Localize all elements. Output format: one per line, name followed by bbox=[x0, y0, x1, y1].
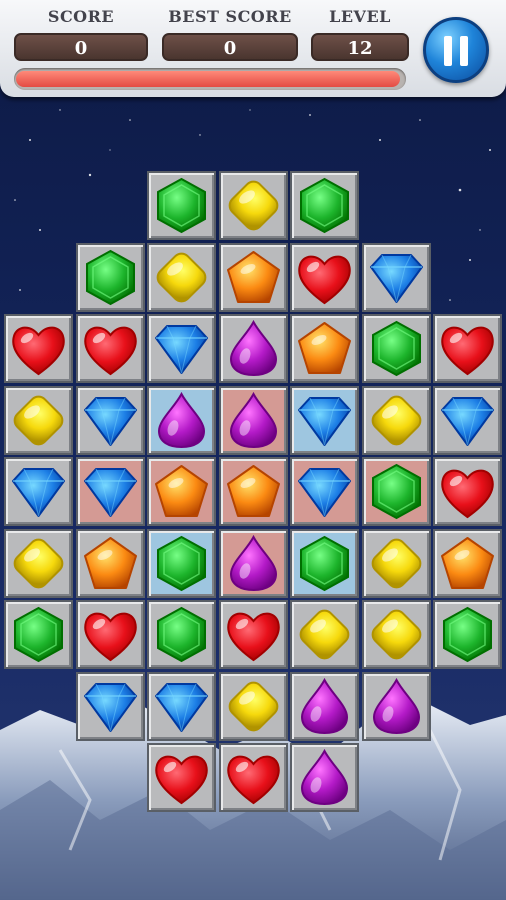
board-cell[interactable] bbox=[433, 457, 502, 526]
board-cell[interactable] bbox=[362, 529, 431, 598]
board-cell[interactable] bbox=[219, 386, 288, 455]
board-cell[interactable] bbox=[76, 672, 145, 741]
board-cell[interactable] bbox=[147, 529, 216, 598]
top-bar: SCORE BEST SCORE LEVEL 0 0 12 bbox=[0, 0, 506, 97]
pause-icon bbox=[444, 36, 452, 66]
board-cell[interactable] bbox=[433, 600, 502, 669]
level-progress-bar bbox=[14, 68, 406, 90]
board-cell[interactable] bbox=[219, 457, 288, 526]
board-cell[interactable] bbox=[76, 314, 145, 383]
board-cell[interactable] bbox=[433, 529, 502, 598]
board-cell[interactable] bbox=[219, 672, 288, 741]
board-cell[interactable] bbox=[147, 314, 216, 383]
board-cell[interactable] bbox=[290, 529, 359, 598]
board-cell[interactable] bbox=[219, 529, 288, 598]
board-cell[interactable] bbox=[219, 243, 288, 312]
board-cell[interactable] bbox=[290, 672, 359, 741]
board-cell[interactable] bbox=[290, 600, 359, 669]
board-cell[interactable] bbox=[290, 314, 359, 383]
board-cell[interactable] bbox=[147, 600, 216, 669]
board-cell[interactable] bbox=[4, 529, 73, 598]
board-cell[interactable] bbox=[362, 600, 431, 669]
board-cell[interactable] bbox=[4, 386, 73, 455]
board-cell[interactable] bbox=[76, 457, 145, 526]
board-cell[interactable] bbox=[362, 672, 431, 741]
board-cell[interactable] bbox=[219, 314, 288, 383]
board-cell[interactable] bbox=[433, 386, 502, 455]
board-cell[interactable] bbox=[147, 457, 216, 526]
level-progress-fill bbox=[16, 71, 400, 87]
board-cell[interactable] bbox=[219, 600, 288, 669]
board-cell[interactable] bbox=[147, 386, 216, 455]
board-cell[interactable] bbox=[290, 457, 359, 526]
board-cell[interactable] bbox=[362, 386, 431, 455]
board-cell[interactable] bbox=[290, 386, 359, 455]
board-cell[interactable] bbox=[290, 743, 359, 812]
board-cell[interactable] bbox=[76, 243, 145, 312]
level-label: LEVEL bbox=[329, 7, 391, 26]
board-cell[interactable] bbox=[147, 243, 216, 312]
level-value: 12 bbox=[311, 33, 409, 61]
board-cell[interactable] bbox=[219, 171, 288, 240]
board-cell[interactable] bbox=[76, 529, 145, 598]
pause-icon-bar bbox=[460, 36, 468, 66]
board-cell[interactable] bbox=[76, 600, 145, 669]
board-cell[interactable] bbox=[433, 314, 502, 383]
board-cell[interactable] bbox=[290, 243, 359, 312]
board-cell[interactable] bbox=[362, 314, 431, 383]
board-cell[interactable] bbox=[147, 743, 216, 812]
best-score-value: 0 bbox=[162, 33, 298, 61]
pause-button[interactable] bbox=[423, 17, 489, 83]
board-cell[interactable] bbox=[362, 457, 431, 526]
best-score-label: BEST SCORE bbox=[168, 7, 292, 26]
board-cell[interactable] bbox=[4, 600, 73, 669]
board-cell[interactable] bbox=[362, 243, 431, 312]
board-cell[interactable] bbox=[290, 171, 359, 240]
board-cell[interactable] bbox=[219, 743, 288, 812]
score-label: SCORE bbox=[47, 7, 115, 26]
score-value: 0 bbox=[14, 33, 148, 61]
board-cell[interactable] bbox=[4, 457, 73, 526]
board-cell[interactable] bbox=[76, 386, 145, 455]
board-cell[interactable] bbox=[147, 171, 216, 240]
board-cell[interactable] bbox=[147, 672, 216, 741]
board-cell[interactable] bbox=[4, 314, 73, 383]
